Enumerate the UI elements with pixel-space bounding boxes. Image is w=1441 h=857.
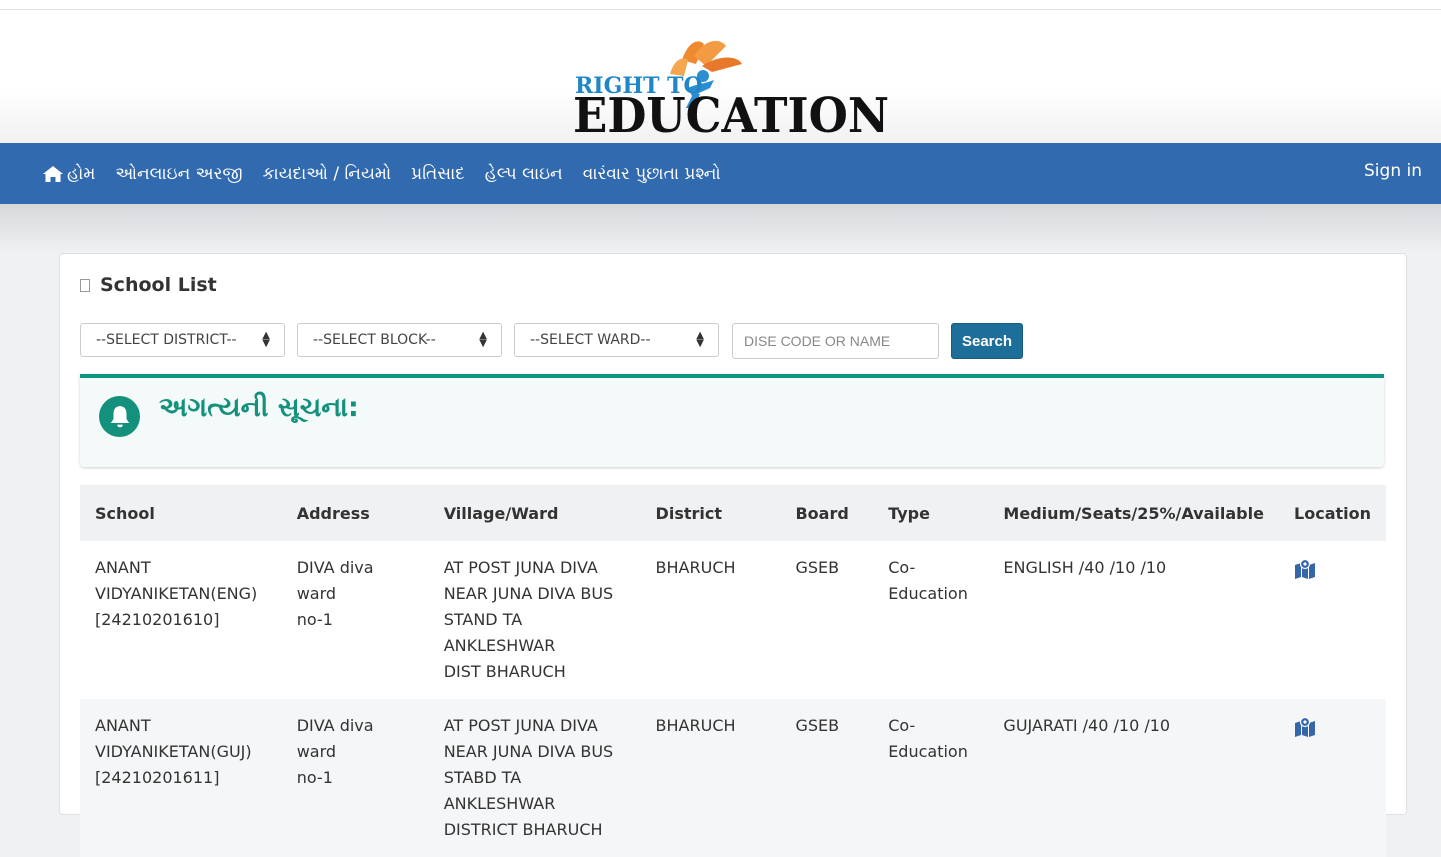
col-school: School [80,485,282,541]
nav-item-label: હોમ [67,163,96,184]
sign-in-link[interactable]: Sign in [1364,161,1422,181]
cell-type: Co- Education [873,699,989,857]
cell-type: Co- Education [873,541,988,699]
search-button[interactable]: Search [951,323,1023,359]
cell-medium-seats: GUJARATI /40 /10 /10 [988,699,1280,857]
table-header-row: School Address Village/Ward District Boa… [80,485,1386,541]
district-select[interactable]: --SELECT DISTRICT-- ▲ ▼ [80,323,285,357]
col-address: Address [281,485,429,541]
village-line: AT POST JUNA DIVA [443,716,598,735]
sort-arrows-icon: ▲ ▼ [262,330,270,349]
nav-item-online-application[interactable]: ઓનલાઇન અરજી [115,164,242,184]
cell-village-ward: AT POST JUNA DIVA NEAR JUNA DIVA BUS STA… [428,699,641,857]
top-border [0,0,1441,10]
main-nav: હોમ ઓનલાઇન અરજી કાયદાઓ / નિયમો પ્રતિસાદ … [0,143,1441,204]
address-line: DIVA diva ward [296,558,374,603]
type-line: Education [888,742,968,761]
village-line: NEAR JUNA DIVA BUS [443,584,614,603]
map-location-icon[interactable] [1294,716,1316,737]
school-table: School Address Village/Ward District Boa… [80,485,1386,857]
cell-district: BHARUCH [640,699,781,857]
village-line: DIST BHARUCH [443,662,566,681]
school-list-card: School List --SELECT DISTRICT-- ▲ ▼ --SEL… [59,253,1407,857]
col-board: Board [780,485,874,541]
cell-district: BHARUCH [655,558,736,577]
village-line: AT POST JUNA DIVA [443,558,598,577]
district-select-value: --SELECT DISTRICT-- [96,332,237,348]
col-district: District [640,485,781,541]
table-row: ANANT VIDYANIKETAN(GUJ) [24210201611] DI… [80,699,1386,857]
ward-select[interactable]: --SELECT WARD-- ▲ ▼ [514,323,719,357]
type-line: Education [888,584,968,603]
cell-location [1279,541,1386,699]
col-medium-seats: Medium/Seats/25%/Available [988,485,1280,541]
col-type: Type [873,485,989,541]
cell-school: ANANT VIDYANIKETAN(GUJ) [24210201611] [80,699,282,857]
sort-arrows-icon: ▲ ▼ [479,330,487,349]
cell-board: GSEB [795,558,840,577]
important-notice: અગત્યની સૂચના: [80,374,1384,467]
list-icon [80,278,90,292]
cell-address: DIVA diva ward no-1 [281,699,429,857]
school-code: [24210201611] [95,768,220,787]
nav-item-helpline[interactable]: હેલ્પ લાઇન [485,164,563,184]
school-name-line: ANANT [95,558,151,577]
bell-icon [99,396,140,437]
school-name-line: VIDYANIKETAN(GUJ) [95,742,252,761]
ward-select-value: --SELECT WARD-- [530,332,651,348]
block-select[interactable]: --SELECT BLOCK-- ▲ ▼ [297,323,502,357]
village-line: NEAR JUNA DIVA BUS [443,742,614,761]
cell-board: GSEB [780,699,874,857]
logo-graphic: RIGHT TO EDUCATION [573,40,889,140]
type-line: Co- [888,558,916,577]
type-line: Co- [888,716,916,735]
school-code: [24210201610] [95,610,220,629]
school-name-line: VIDYANIKETAN(ENG) [95,584,258,603]
village-line: STABD TA ANKLESHWAR [443,768,556,813]
cell-location [1279,699,1386,857]
nav-item-feedback[interactable]: પ્રતિસાદ [411,164,465,184]
school-name-line: ANANT [95,716,151,735]
dise-code-search-input[interactable] [732,323,939,359]
notice-title: અગત્યની સૂચના: [159,392,359,423]
logo-text-education: EDUCATION [573,88,889,140]
address-line: no-1 [296,610,333,629]
header-logo-bar: RIGHT TO EDUCATION [0,10,1441,143]
cell-address: DIVA diva ward no-1 [282,541,429,699]
school-table-wrap: School Address Village/Ward District Boa… [80,485,1386,857]
address-line: no-1 [296,768,333,787]
card-title: School List [80,274,217,296]
col-location: Location [1279,485,1386,541]
sort-arrows-icon: ▲ ▼ [696,330,704,349]
village-line: DISTRICT BHARUCH [443,820,603,839]
cell-school: ANANT VIDYANIKETAN(ENG) [24210201610] [80,541,282,699]
nav-items: હોમ ઓનલાઇન અરજી કાયદાઓ / નિયમો પ્રતિસાદ … [0,164,741,184]
map-location-icon[interactable] [1294,558,1316,579]
table-row: ANANT VIDYANIKETAN(ENG) [24210201610] DI… [80,541,1386,699]
page-title: School List [100,274,217,296]
site-logo[interactable]: RIGHT TO EDUCATION [570,30,900,140]
cell-village-ward: AT POST JUNA DIVA NEAR JUNA DIVA BUS STA… [429,541,641,699]
cell-medium-seats: ENGLISH /40 /10 /10 [1003,558,1167,577]
nav-item-faq[interactable]: વારંવાર પુછાતા પ્રશ્નો [583,164,721,184]
filter-bar: --SELECT DISTRICT-- ▲ ▼ --SELECT BLOCK-- … [80,323,1023,359]
nav-item-laws-rules[interactable]: કાયદાઓ / નિયમો [263,164,392,184]
col-village-ward: Village/Ward [428,485,641,541]
nav-item-home[interactable]: હોમ [42,164,95,184]
header-shadow [0,204,1441,254]
home-icon [42,165,64,183]
address-line: DIVA diva ward [296,716,374,761]
block-select-value: --SELECT BLOCK-- [313,332,436,348]
village-line: STAND TA ANKLESHWAR [443,610,556,655]
